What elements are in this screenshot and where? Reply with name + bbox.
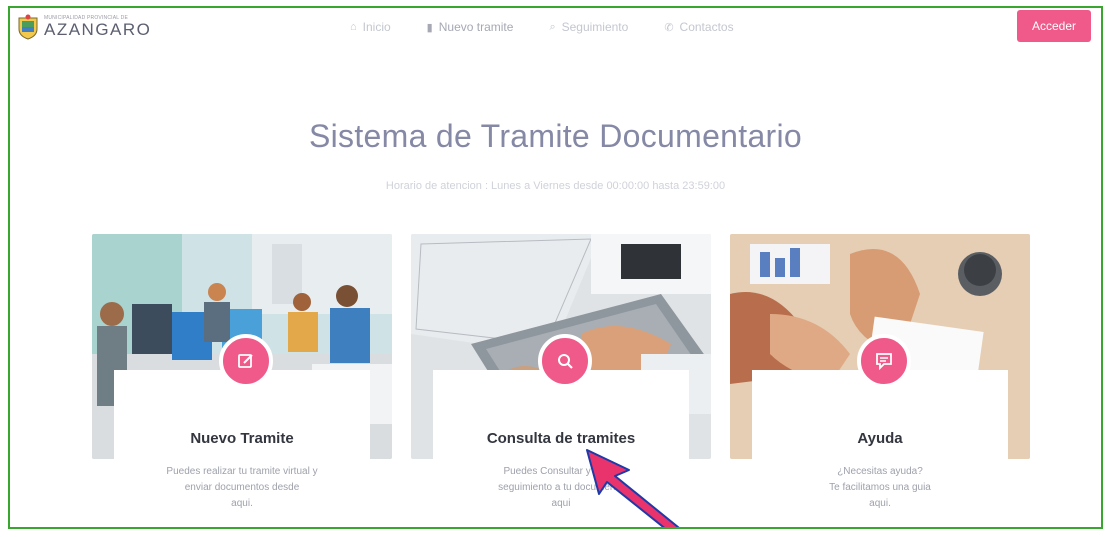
nav-nuevo-tramite[interactable]: ▮ Nuevo tramite bbox=[427, 20, 514, 34]
card-description: Puedes realizar tu tramite virtual y env… bbox=[132, 464, 352, 512]
coat-of-arms-icon bbox=[18, 14, 38, 40]
nav-label: Seguimiento bbox=[561, 20, 629, 34]
card-description: ¿Necesitas ayuda? Te facilitamos una gui… bbox=[770, 464, 990, 512]
card-title: Consulta de tramites bbox=[486, 430, 636, 447]
card-ayuda[interactable]: Ayuda ¿Necesitas ayuda? Te facilitamos u… bbox=[730, 234, 1030, 527]
desc-link[interactable]: aqui. bbox=[770, 496, 990, 512]
nav-contactos[interactable]: ✆ Contactos bbox=[664, 20, 733, 34]
logo[interactable]: MUNICIPALIDAD PROVINCIAL DE AZANGARO bbox=[16, 14, 151, 40]
nav-inicio[interactable]: ⌂ Inicio bbox=[350, 20, 391, 34]
page-title: Sistema de Tramite Documentario bbox=[308, 118, 803, 154]
logo-title: AZANGARO bbox=[44, 20, 152, 39]
nav-label: Contactos bbox=[679, 20, 734, 34]
document-icon: ▮ bbox=[426, 21, 433, 34]
page-frame: MUNICIPALIDAD PROVINCIAL DE AZANGARO ⌂ I… bbox=[8, 6, 1103, 529]
office-hours: Horario de atencion : Lunes a Viernes de… bbox=[385, 180, 726, 192]
edit-icon bbox=[219, 334, 273, 388]
header: MUNICIPALIDAD PROVINCIAL DE AZANGARO ⌂ I… bbox=[10, 8, 1101, 50]
chat-icon bbox=[857, 334, 911, 388]
nav-label: Nuevo tramite bbox=[438, 20, 514, 34]
card-nuevo-tramite[interactable]: Nuevo Tramite Puedes realizar tu tramite… bbox=[92, 234, 392, 527]
desc-link[interactable]: aqui. bbox=[132, 496, 352, 512]
desc-line: ¿Necesitas ayuda? bbox=[837, 466, 923, 477]
main-nav: ⌂ Inicio ▮ Nuevo tramite ⌕ Seguimiento ✆… bbox=[350, 20, 734, 34]
card-title: Nuevo Tramite bbox=[190, 430, 294, 447]
login-button[interactable]: Acceder bbox=[1017, 10, 1091, 42]
search-icon bbox=[538, 334, 592, 388]
home-icon: ⌂ bbox=[350, 21, 357, 33]
phone-icon: ✆ bbox=[664, 21, 674, 34]
nav-seguimiento[interactable]: ⌕ Seguimiento bbox=[549, 20, 628, 34]
card-title: Ayuda bbox=[857, 430, 903, 447]
search-icon: ⌕ bbox=[549, 20, 556, 33]
nav-label: Inicio bbox=[362, 20, 391, 34]
desc-line: Te facilitamos una guia bbox=[829, 482, 931, 493]
desc-line: enviar documentos desde bbox=[184, 482, 300, 493]
pointer-arrow-icon bbox=[586, 449, 680, 527]
desc-line: Puedes realizar tu tramite virtual y bbox=[166, 466, 318, 477]
